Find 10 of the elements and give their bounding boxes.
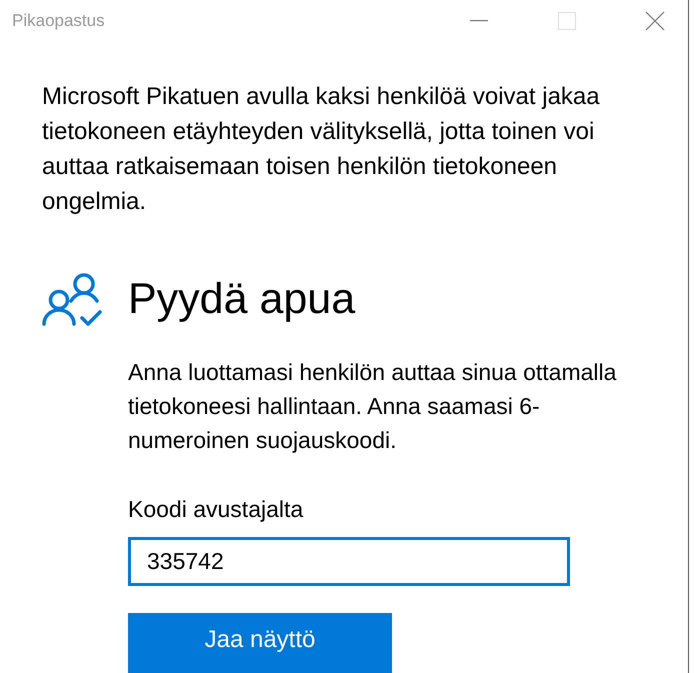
maximize-icon (558, 12, 576, 30)
minimize-icon (470, 20, 488, 22)
description-text: Anna luottamasi henkilön auttaa sinua ottamalla tietokoneesi hallintaan. Anna saamasi 6-numeroinen suojauskoodi. (128, 358, 618, 456)
code-input-field[interactable]: 335742 (128, 537, 570, 586)
window-title: Pikaopastus (12, 10, 105, 32)
share-screen-button[interactable]: Jaa näyttö (128, 613, 392, 673)
section-heading: Pyydä apua (128, 274, 356, 326)
close-icon (645, 10, 665, 31)
field-label: Koodi avustajalta (128, 495, 304, 524)
intro-text: Microsoft Pikatuen avulla kaksi henkilöä voivat jakaa tietokoneen etäyhteyden välityksellä, jotta toinen voi auttaa ratkaisemaan toisen henkilön tietokoneen ongelmia. (42, 82, 601, 218)
